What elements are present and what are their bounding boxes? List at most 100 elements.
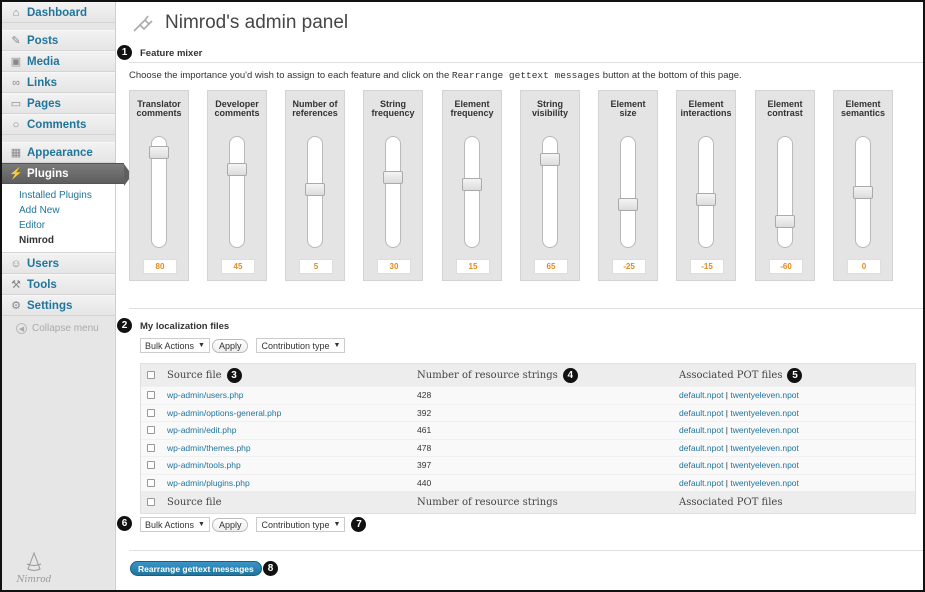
source-file-link[interactable]: wp-admin/options-general.php: [167, 408, 281, 418]
sidebar-item-plugins[interactable]: ⚡ Plugins: [2, 163, 132, 186]
bulk-actions-select-bottom[interactable]: Bulk Actions ▼: [140, 517, 210, 532]
table-body: wp-admin/users.php 428 default.npot | twen…: [141, 386, 915, 491]
sidebar-item-dashboard[interactable]: ⌂ Dashboard: [2, 2, 115, 23]
submenu-installed-plugins[interactable]: Installed Plugins: [2, 188, 115, 203]
resource-string-count: 440: [417, 477, 432, 488]
contribution-type-select[interactable]: Contribution type ▼: [256, 338, 346, 353]
slider-handle[interactable]: [775, 215, 795, 229]
collapse-menu[interactable]: ◀ Collapse menu: [2, 316, 115, 334]
pot-file-link[interactable]: default.npot: [679, 408, 723, 418]
feature-slider-card: Number of references 5: [285, 90, 345, 281]
sidebar-item-posts[interactable]: ✎ Posts: [2, 30, 115, 51]
pot-file-link[interactable]: twentyeleven.npot: [730, 408, 799, 418]
row-checkbox[interactable]: [147, 478, 155, 487]
sidebar-item-links[interactable]: ∞ Links: [2, 72, 115, 93]
pot-file-link[interactable]: default.npot: [679, 460, 723, 470]
column-footer-pot-files[interactable]: Associated POT files: [679, 497, 782, 508]
slider-handle[interactable]: [149, 145, 169, 159]
column-footer-resource-strings[interactable]: Number of resource strings: [417, 497, 558, 508]
sidebar-item-comments[interactable]: ○ Comments: [2, 114, 115, 135]
feature-slider-card: Translator comments 80: [129, 90, 189, 281]
slider-track[interactable]: [229, 136, 245, 248]
column-header-resource-strings[interactable]: Number of resource strings: [417, 370, 558, 381]
submenu-add-new[interactable]: Add New: [2, 203, 115, 218]
resource-string-count: 397: [417, 460, 432, 471]
row-checkbox[interactable]: [147, 391, 155, 400]
row-checkbox[interactable]: [147, 443, 155, 452]
bottom-table-controls: Bulk Actions ▼ Apply Contribution type ▼ 7: [140, 517, 367, 532]
slider-handle[interactable]: [305, 183, 325, 197]
sidebar-item-label: Dashboard: [27, 6, 88, 19]
main-content: Nimrod's admin panel 1 Feature mixer Cho…: [117, 2, 923, 590]
row-checkbox[interactable]: [147, 461, 155, 470]
feature-label: Developer comments: [208, 100, 266, 118]
pot-file-link[interactable]: twentyeleven.npot: [730, 425, 799, 435]
select-all-checkbox[interactable]: [147, 498, 155, 506]
sidebar-item-pages[interactable]: ▭ Pages: [2, 93, 115, 114]
pot-file-link[interactable]: twentyeleven.npot: [730, 460, 799, 470]
contribution-type-label: Contribution type: [261, 340, 330, 351]
sidebar-item-settings[interactable]: ⚙ Settings: [2, 295, 115, 316]
sidebar-item-media[interactable]: ▣ Media: [2, 51, 115, 72]
slider-handle[interactable]: [227, 163, 247, 177]
slider-handle[interactable]: [853, 185, 873, 199]
pot-file-link[interactable]: default.npot: [679, 390, 723, 400]
column-footer-source-file[interactable]: Source file: [167, 497, 222, 508]
bulk-actions-select[interactable]: Bulk Actions ▼: [140, 338, 210, 353]
source-file-link[interactable]: wp-admin/edit.php: [167, 425, 236, 435]
pot-file-link[interactable]: twentyeleven.npot: [730, 390, 799, 400]
source-file-link[interactable]: wp-admin/plugins.php: [167, 478, 250, 488]
pot-file-link[interactable]: default.npot: [679, 478, 723, 488]
feature-slider-card: Developer comments 45: [207, 90, 267, 281]
rearrange-gettext-button[interactable]: Rearrange gettext messages: [130, 561, 262, 576]
pot-file-link[interactable]: default.npot: [679, 425, 723, 435]
slider-handle[interactable]: [696, 192, 716, 206]
pot-file-link[interactable]: twentyeleven.npot: [730, 443, 799, 453]
callout-7: 7: [351, 517, 367, 532]
section-divider: [129, 550, 923, 551]
submenu-editor[interactable]: Editor: [2, 218, 115, 233]
top-table-controls: Bulk Actions ▼ Apply Contribution type ▼: [140, 338, 346, 353]
apply-button[interactable]: Apply: [211, 338, 249, 353]
callout-2: 2: [117, 318, 132, 333]
slider-track[interactable]: [620, 136, 636, 248]
feature-mixer-instructions: Choose the importance you'd wish to assi…: [129, 70, 742, 81]
slider-handle[interactable]: [383, 170, 403, 184]
sidebar-item-appearance[interactable]: ▦ Appearance: [2, 142, 115, 163]
slider-track[interactable]: [385, 136, 401, 248]
contribution-type-select-bottom[interactable]: Contribution type ▼: [256, 517, 346, 532]
row-checkbox[interactable]: [147, 408, 155, 417]
slider-track[interactable]: [777, 136, 793, 248]
instruction-code: Rearrange gettext messages: [451, 70, 601, 81]
feature-slider-card: Element semantics 0: [833, 90, 893, 281]
feature-label: Element contrast: [756, 100, 814, 118]
apply-button-bottom[interactable]: Apply: [211, 517, 249, 532]
submenu-nimrod[interactable]: Nimrod: [2, 233, 115, 248]
feature-value: -60: [769, 259, 803, 274]
select-all-checkbox[interactable]: [147, 371, 155, 379]
slider-handle[interactable]: [462, 178, 482, 192]
source-file-link[interactable]: wp-admin/tools.php: [167, 460, 241, 470]
contribution-type-label: Contribution type: [261, 519, 330, 530]
pot-file-link[interactable]: default.npot: [679, 443, 723, 453]
source-file-link[interactable]: wp-admin/themes.php: [167, 443, 251, 453]
feature-label: Element size: [599, 100, 657, 118]
feature-mixer-heading: Feature mixer: [140, 48, 203, 59]
plugins-submenu: Installed Plugins Add New Editor Nimrod: [2, 184, 115, 253]
sidebar-item-tools[interactable]: ⚒ Tools: [2, 274, 115, 295]
sidebar-item-label: Comments: [27, 118, 87, 131]
slider-track[interactable]: [464, 136, 480, 248]
row-checkbox[interactable]: [147, 426, 155, 435]
feature-value: 0: [847, 259, 881, 274]
slider-handle[interactable]: [540, 153, 560, 167]
sidebar-item-users[interactable]: ☺ Users: [2, 253, 115, 274]
column-header-source-file[interactable]: Source file: [167, 370, 222, 381]
source-file-link[interactable]: wp-admin/users.php: [167, 390, 244, 400]
pot-file-link[interactable]: twentyeleven.npot: [730, 478, 799, 488]
admin-sidebar: ⌂ Dashboard ✎ Posts ▣ Media ∞ Links ▭ Pages ○…: [2, 2, 132, 590]
resource-string-count: 428: [417, 390, 432, 401]
column-header-pot-files[interactable]: Associated POT files: [679, 370, 782, 381]
slider-handle[interactable]: [618, 197, 638, 211]
feature-label: Number of references: [286, 100, 344, 118]
feature-slider-card: Element frequency 15: [442, 90, 502, 281]
